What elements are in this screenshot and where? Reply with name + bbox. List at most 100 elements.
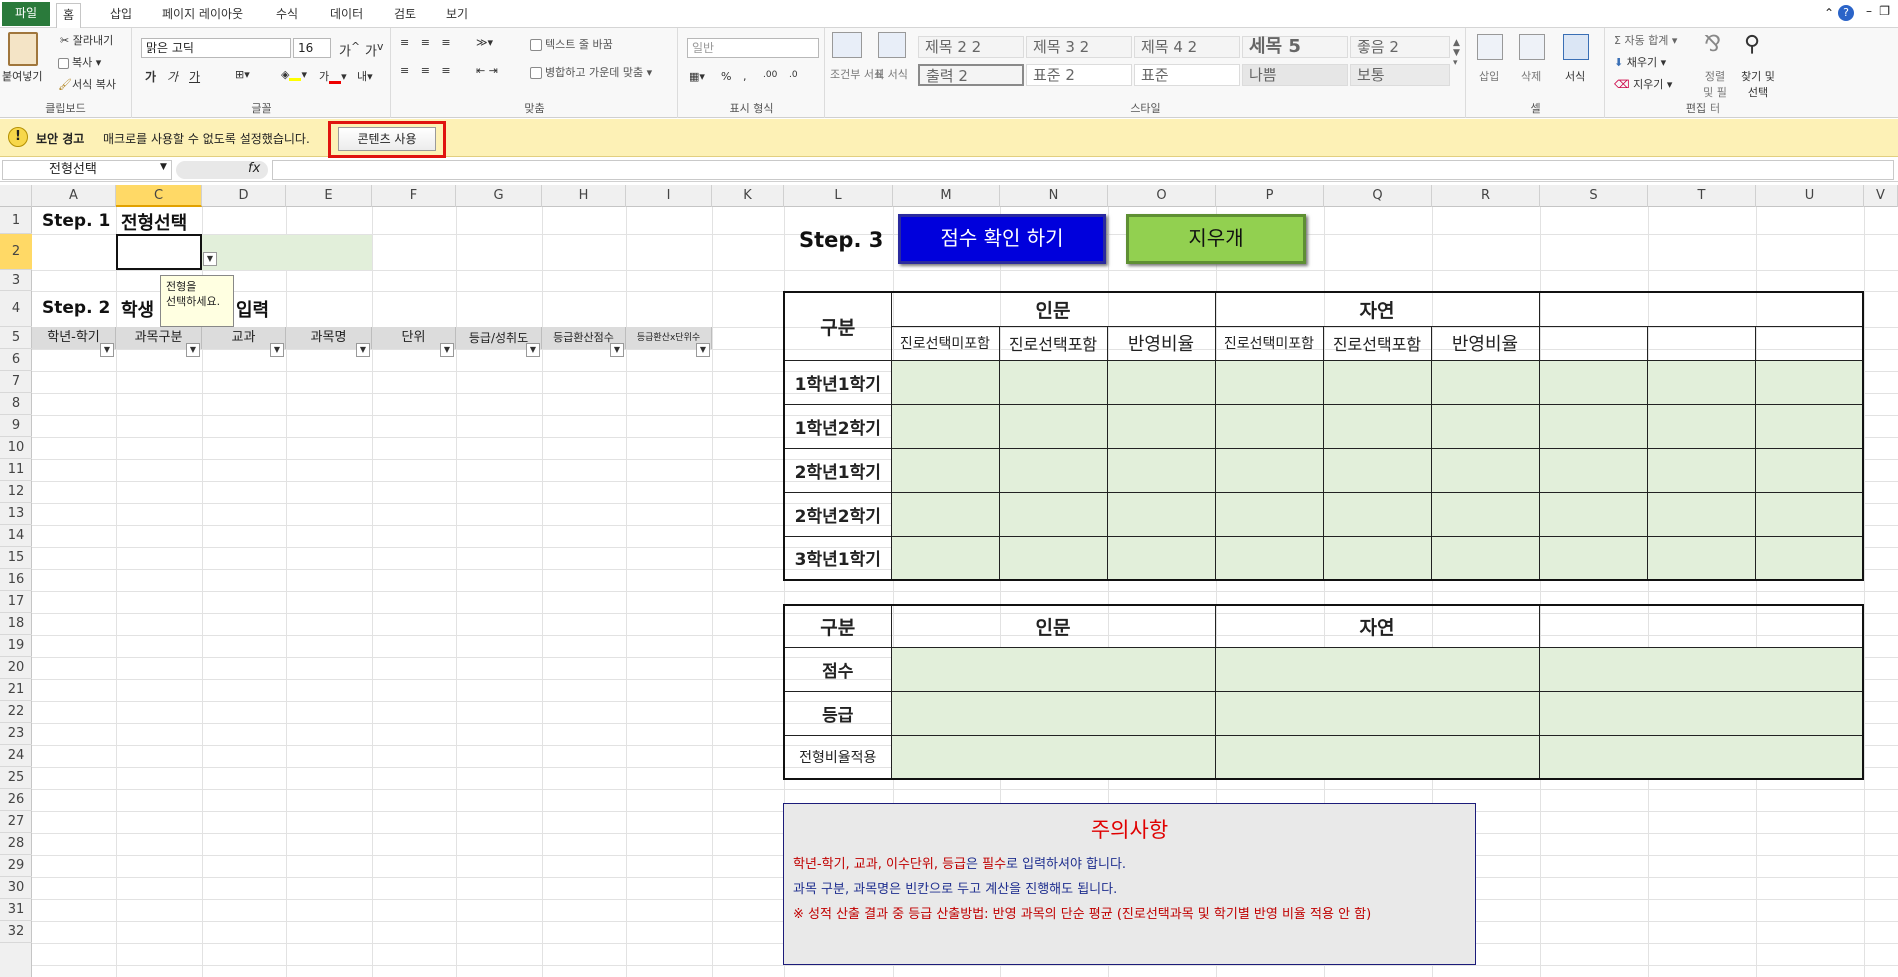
table1-cell[interactable]	[1214, 447, 1324, 493]
table1-cell[interactable]	[1322, 403, 1432, 449]
table1-cell[interactable]	[1646, 447, 1756, 493]
row-header[interactable]: 23	[0, 723, 32, 745]
filter-dropdown-icon[interactable]: ▼	[696, 343, 710, 357]
row-header[interactable]: 17	[0, 591, 32, 613]
percent-button[interactable]: %	[721, 70, 731, 83]
track-dropdown-icon[interactable]: ▼	[203, 252, 217, 266]
underline-button[interactable]: 가	[189, 68, 200, 85]
row-header[interactable]: 4	[0, 291, 32, 327]
table1-cell[interactable]	[1106, 359, 1216, 405]
row-header[interactable]: 24	[0, 745, 32, 767]
filter-dropdown-icon[interactable]: ▼	[356, 343, 370, 357]
row-header[interactable]: 30	[0, 877, 32, 899]
table1-cell[interactable]	[1106, 535, 1216, 581]
styles-scroll-icon[interactable]: ▲ ▼ ▾	[1453, 38, 1460, 68]
table1-cell[interactable]	[1106, 447, 1216, 493]
table1-cell[interactable]	[1322, 491, 1432, 537]
table1-cell[interactable]	[890, 359, 1000, 405]
find-select-button[interactable]: 찾기 및 선택	[1738, 68, 1778, 100]
table1-cell[interactable]	[1754, 359, 1864, 405]
name-box[interactable]: 전형선택	[2, 160, 172, 180]
format-as-table-icon[interactable]	[878, 32, 906, 58]
cut-button[interactable]: ✂ 잘라내기	[60, 32, 113, 48]
table1-cell[interactable]	[1646, 403, 1756, 449]
table1-cell[interactable]	[998, 447, 1108, 493]
table2-cell[interactable]	[1214, 734, 1540, 780]
select-all-corner[interactable]	[0, 185, 32, 207]
paste-button[interactable]: 붙여넣기	[2, 68, 42, 84]
restore-window-icon[interactable]: ❐	[1879, 4, 1890, 18]
conditional-format-button[interactable]: 조건부 서식	[830, 66, 884, 82]
help-icon[interactable]: ?	[1838, 5, 1854, 21]
table1-cell[interactable]	[1538, 403, 1648, 449]
table1-cell[interactable]	[998, 535, 1108, 581]
filter-dropdown-icon[interactable]: ▼	[610, 343, 624, 357]
table1-cell[interactable]	[1430, 447, 1540, 493]
table1-cell[interactable]	[1430, 403, 1540, 449]
font-color-icon[interactable]: 가 ▾	[319, 68, 347, 84]
style-bad[interactable]: 나쁨	[1242, 64, 1348, 86]
column-header[interactable]: Q	[1324, 185, 1432, 207]
column-header[interactable]: N	[1000, 185, 1108, 207]
fill-color-icon[interactable]: ◈ ▾	[281, 68, 307, 81]
table1-cell[interactable]	[1538, 491, 1648, 537]
table1-cell[interactable]	[998, 403, 1108, 449]
table1-cell[interactable]	[1214, 535, 1324, 581]
column-header[interactable]: G	[456, 185, 542, 207]
table1-cell[interactable]	[1430, 535, 1540, 581]
style-good[interactable]: 좋음 2	[1350, 36, 1450, 58]
row-header[interactable]: 12	[0, 481, 32, 503]
table1-cell[interactable]	[1646, 359, 1756, 405]
column-header[interactable]: U	[1756, 185, 1864, 207]
row-header[interactable]: 29	[0, 855, 32, 877]
name-box-dropdown-icon[interactable]: ▼	[160, 162, 167, 172]
style-heading4[interactable]: 제목 4 2	[1134, 36, 1240, 58]
table1-cell[interactable]	[1538, 535, 1648, 581]
style-output[interactable]: 출력 2	[918, 64, 1024, 86]
font-name-select[interactable]: 맑은 고딕	[141, 38, 291, 58]
row-header[interactable]: 32	[0, 921, 32, 943]
row-header[interactable]: 3	[0, 270, 32, 291]
fx-icon[interactable]: fx	[248, 161, 260, 176]
table2-cell[interactable]	[1538, 690, 1864, 736]
binoculars-icon[interactable]: ⚲	[1744, 32, 1760, 57]
table1-cell[interactable]	[1214, 359, 1324, 405]
conditional-format-icon[interactable]	[832, 32, 862, 58]
table1-cell[interactable]	[890, 403, 1000, 449]
table1-cell[interactable]	[1754, 491, 1864, 537]
filter-dropdown-icon[interactable]: ▼	[186, 343, 200, 357]
style-title5[interactable]: 세목 5	[1242, 36, 1348, 58]
tab-home[interactable]: 홈	[56, 3, 82, 29]
copy-button[interactable]: 복사 ▾	[58, 54, 101, 70]
filter-dropdown-icon[interactable]: ▼	[440, 343, 454, 357]
table1-cell[interactable]	[1754, 447, 1864, 493]
row-header[interactable]: 28	[0, 833, 32, 855]
tab-review[interactable]: 검토	[388, 3, 422, 27]
column-header[interactable]: I	[626, 185, 712, 207]
table1-cell[interactable]	[1214, 491, 1324, 537]
wrap-text-button[interactable]: 텍스트 줄 바꿈	[530, 36, 613, 52]
table1-cell[interactable]	[998, 359, 1108, 405]
font-size-select[interactable]: 16	[293, 38, 331, 58]
row-header[interactable]: 10	[0, 437, 32, 459]
row-header[interactable]: 31	[0, 899, 32, 921]
fill-button[interactable]: ⬇ 채우기 ▾	[1614, 54, 1666, 70]
column-header[interactable]: E	[286, 185, 372, 207]
table1-cell[interactable]	[1106, 491, 1216, 537]
column-header[interactable]: T	[1648, 185, 1756, 207]
table2-cell[interactable]	[890, 690, 1216, 736]
table1-cell[interactable]	[998, 491, 1108, 537]
table1-cell[interactable]	[1538, 447, 1648, 493]
table1-cell[interactable]	[1322, 535, 1432, 581]
currency-icon[interactable]: ▦▾	[689, 70, 705, 83]
insert-cells-icon[interactable]	[1477, 34, 1503, 60]
row-header[interactable]: 7	[0, 371, 32, 393]
track-select-cell[interactable]	[116, 234, 202, 270]
row-header[interactable]: 21	[0, 679, 32, 701]
column-header[interactable]: O	[1108, 185, 1216, 207]
column-header[interactable]: R	[1432, 185, 1540, 207]
row-header[interactable]: 6	[0, 349, 32, 371]
comma-button[interactable]: ,	[743, 70, 747, 83]
tab-insert[interactable]: 삽입	[104, 3, 138, 27]
column-header[interactable]: A	[32, 185, 116, 207]
